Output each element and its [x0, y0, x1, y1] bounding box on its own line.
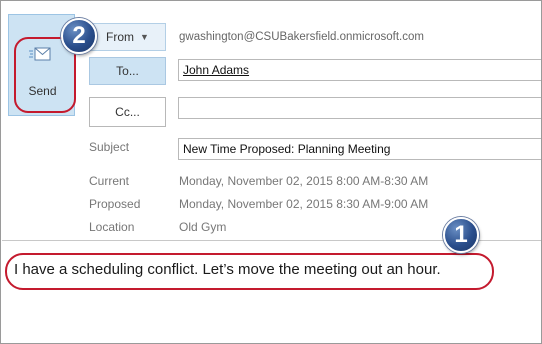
location-value: Old Gym [179, 220, 227, 234]
from-address: gwashington@CSUBakersfield.onmicrosoft.c… [179, 31, 424, 43]
chevron-down-icon: ▼ [140, 32, 149, 42]
to-label: To... [116, 64, 139, 78]
proposed-time: Monday, November 02, 2015 8:30 AM-9:00 A… [179, 197, 429, 211]
from-button[interactable]: From ▼ [89, 23, 166, 51]
to-button[interactable]: To... [89, 57, 166, 85]
current-time: Monday, November 02, 2015 8:00 AM-8:30 A… [179, 174, 429, 188]
cc-button[interactable]: Cc... [89, 97, 166, 127]
cc-label: Cc... [115, 105, 140, 119]
to-field[interactable]: John Adams [178, 59, 541, 81]
cc-field[interactable] [178, 97, 541, 119]
from-label: From [106, 30, 135, 44]
step-badge-2: 2 [61, 18, 97, 54]
step-badge-1: 1 [443, 217, 479, 253]
location-label: Location [89, 220, 135, 234]
body-highlight-ring [5, 253, 494, 290]
subject-label: Subject [89, 140, 130, 154]
proposed-label: Proposed [89, 197, 141, 211]
current-label: Current [89, 174, 130, 188]
subject-field[interactable]: New Time Proposed: Planning Meeting [178, 138, 541, 160]
message-window: Send From ▼ gwashington@CSUBakersfield.o… [0, 0, 542, 344]
to-recipient[interactable]: John Adams [183, 63, 249, 77]
